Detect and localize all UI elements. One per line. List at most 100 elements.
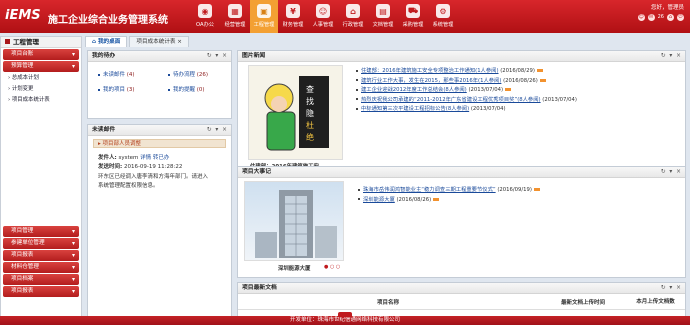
docs-panel: 项目最新文档 ↻ ▾ × 项目名称 最新文档上传时间 本月上传文档数 xyxy=(237,282,686,317)
panel-tools[interactable]: ↻ ▾ × xyxy=(207,125,228,136)
module-system[interactable]: ⚙ 系统管理 xyxy=(428,0,458,33)
todo-my-projects[interactable]: 我的项目 (3) xyxy=(98,85,168,93)
panel-tools[interactable]: ↻ ▾ × xyxy=(661,51,682,62)
sidebar-group-archive[interactable]: 项目档案 xyxy=(3,274,79,285)
news-item[interactable]: 住建部：2016年建筑施工安全专项整治工作通知(1人参阅) (2016/08/2… xyxy=(356,67,596,77)
svg-text:杜: 杜 xyxy=(306,120,314,130)
user-icon[interactable]: ☺ xyxy=(637,14,645,21)
notification-count: 26 xyxy=(657,14,664,20)
todo-panel: 我的待办 ↻ ▾ × 未读邮件 (4) 待办流程 (26) 我的项目 (3) 我… xyxy=(87,50,232,119)
mail-subject[interactable]: ▸ 项目部人员调整 xyxy=(93,139,226,148)
oa-icon: ◉ xyxy=(198,4,212,18)
new-tag-icon xyxy=(533,188,540,191)
events-list: 珠海市岳伟润鸿智能业主“稳力调查三期工程重要节仪式” (2016/09/19) … xyxy=(358,186,598,205)
sidebar-bottom-groups: 项目管理 参建单位管理 项目报表 材料仓管理 项目档案 项目报表 xyxy=(1,225,81,298)
news-item[interactable]: 中标通知第三次平建设工程招标公告(8人参阅) (2013/07/04) xyxy=(356,105,596,115)
finance-icon: ¥ xyxy=(286,4,300,18)
module-document[interactable]: ▤ 文档管理 xyxy=(368,0,398,33)
news-list: 住建部：2016年建筑施工安全专项整治工作通知(1人参阅) (2016/08/2… xyxy=(356,67,596,115)
safety-worker-illustration: 查 找 隐 杜 绝 xyxy=(264,76,329,151)
user-greeting: 您好，管理员 xyxy=(650,5,684,11)
module-label: 采购管理 xyxy=(402,22,424,28)
panel-title: 我的待办 ↻ ▾ × xyxy=(88,51,231,62)
module-project[interactable]: ▣ 工程管理 xyxy=(250,0,278,33)
settings-icon: ⚙ xyxy=(436,4,450,18)
power-icon[interactable]: ⏻ xyxy=(677,14,684,21)
sidebar-group-reports[interactable]: 项目报表 xyxy=(3,250,79,261)
module-finance[interactable]: ¥ 财务管理 xyxy=(278,0,308,33)
square-icon xyxy=(5,39,10,44)
module-label: 行政管理 xyxy=(342,22,364,28)
document-icon: ▤ xyxy=(376,4,390,18)
svg-text:绝: 绝 xyxy=(306,132,314,142)
sidebar-group-reports-2[interactable]: 项目报表 xyxy=(3,286,79,297)
panel-tools[interactable]: ↻ ▾ × xyxy=(661,283,682,294)
todo-reminders[interactable]: 我的提醒 (0) xyxy=(168,85,228,93)
user-area: 您好，管理员 ☺ ✉ 26 ⌂ ⏻ xyxy=(624,3,684,21)
news-item[interactable]: 建工企业迎战2012年度工作总结会(8人参阅) (2013/07/04) xyxy=(356,86,596,96)
event-item[interactable]: 珠海市岳伟润鸿智能业主“稳力调查三期工程重要节仪式” (2016/09/19) xyxy=(358,186,598,196)
events-image-caption: 深圳能源大厦 xyxy=(278,266,311,272)
module-hr[interactable]: ☺ 人事管理 xyxy=(308,0,338,33)
svg-text:查: 查 xyxy=(306,84,314,94)
app-logo: iEMS xyxy=(5,8,41,23)
news-image[interactable]: 查 找 隐 杜 绝 xyxy=(248,65,343,160)
sidebar-group-warehouse[interactable]: 材料仓管理 xyxy=(3,262,79,273)
todo-pending-flow[interactable]: 待办流程 (26) xyxy=(168,70,228,78)
todo-unread-mail[interactable]: 未读邮件 (4) xyxy=(98,70,168,78)
sidebar-item-cost-stats[interactable]: › 项目成本统计表 xyxy=(1,95,81,106)
module-purchase[interactable]: ⛟ 采购管理 xyxy=(398,0,428,33)
home-icon[interactable]: ⌂ xyxy=(667,14,674,21)
news-item[interactable]: 热烈庆祝我公司承建的“2011-2012年广东省建设工程优秀项目奖”(8人参阅)… xyxy=(356,96,596,106)
module-label: 工程管理 xyxy=(253,22,275,28)
mail-icon[interactable]: ✉ xyxy=(647,14,655,21)
news-item[interactable]: 建筑行业工作大事，发生在2015，那些事2016年(1人参阅) (2016/08… xyxy=(356,77,596,87)
sidebar-group-project[interactable]: 项目管理 xyxy=(3,226,79,237)
svg-text:隐: 隐 xyxy=(306,108,314,118)
new-tag-icon xyxy=(536,69,543,72)
panel-tools[interactable]: ↻ ▾ × xyxy=(207,51,228,62)
mail-content: 环东区已经调入唐李清和方海年部门。请进入系统管理配置权限信息。 xyxy=(98,174,209,189)
mail-body: 发件人: system 详情 转已办 发送时间: 2016-09-19 11:2… xyxy=(98,155,209,189)
app-header: iEMS 施工企业综合业务管理系统 ◉ OA办公 ▦ 经营管理 ▣ 工程管理 ¥… xyxy=(0,0,690,33)
user-icons: ☺ ✉ 26 ⌂ ⏻ xyxy=(624,14,684,21)
tab-desktop[interactable]: ⌂ 我的桌面 xyxy=(85,36,128,47)
panel-tools[interactable]: ↻ ▾ × xyxy=(661,167,682,178)
detail-link[interactable]: 详情 xyxy=(140,155,151,161)
hr-icon: ☺ xyxy=(316,4,330,18)
new-tag-icon xyxy=(539,78,546,82)
sidebar-item-total-plan[interactable]: › 总成本计划 xyxy=(1,73,81,84)
events-image[interactable] xyxy=(244,181,344,261)
slider-dots[interactable]: ● ○ ○ xyxy=(324,264,340,270)
module-admin[interactable]: ⌂ 行政管理 xyxy=(338,0,368,33)
admin-icon: ⌂ xyxy=(346,4,360,18)
sidebar-group-participants[interactable]: 参建单位管理 xyxy=(3,238,79,249)
main-area: ⌂ 我的桌面 项目成本统计表 × 我的待办 ↻ ▾ × 未读邮件 (4) 待办流… xyxy=(85,36,688,319)
building-illustration xyxy=(255,190,337,258)
mail-panel: 未读邮件 ↻ ▾ × ▸ 项目部人员调整 发件人: system 详情 转已办 … xyxy=(87,124,232,317)
panel-title: 项目大事记 ↻ ▾ × xyxy=(238,167,685,178)
module-label: 人事管理 xyxy=(312,22,334,28)
footer-text: 开发单位：珠海市世纪信通网络科技有限公司 xyxy=(289,317,400,323)
tab-cost-stats[interactable]: 项目成本统计表 × xyxy=(129,36,189,47)
event-item[interactable]: 深圳能源大厦 (2016/08/26) xyxy=(358,196,598,206)
business-icon: ▦ xyxy=(228,4,242,18)
panel-title: 未读邮件 ↻ ▾ × xyxy=(88,125,231,136)
footer-handle[interactable] xyxy=(338,312,352,317)
module-oa[interactable]: ◉ OA办公 xyxy=(190,0,220,33)
module-label: 经营管理 xyxy=(224,22,246,28)
new-tag-icon xyxy=(433,197,440,201)
new-tag-icon xyxy=(505,88,512,92)
sidebar-item-plan-change[interactable]: › 计划变更 xyxy=(1,84,81,95)
mark-read-link[interactable]: 转已办 xyxy=(153,155,170,161)
module-label: 文档管理 xyxy=(372,22,394,28)
sidebar-group-budget[interactable]: 预算管理 xyxy=(3,61,79,72)
docs-table-header: 项目名称 最新文档上传时间 本月上传文档数 xyxy=(238,294,685,310)
module-label: 财务管理 xyxy=(282,22,304,28)
project-icon: ▣ xyxy=(257,4,271,18)
panel-title: 图片新闻 ↻ ▾ × xyxy=(238,51,685,62)
module-business[interactable]: ▦ 经营管理 xyxy=(220,0,250,33)
panel-title: 项目最新文档 ↻ ▾ × xyxy=(238,283,685,294)
sidebar-group-ledger[interactable]: 项目台账 xyxy=(3,49,79,60)
column-header: 项目名称 xyxy=(376,299,399,306)
